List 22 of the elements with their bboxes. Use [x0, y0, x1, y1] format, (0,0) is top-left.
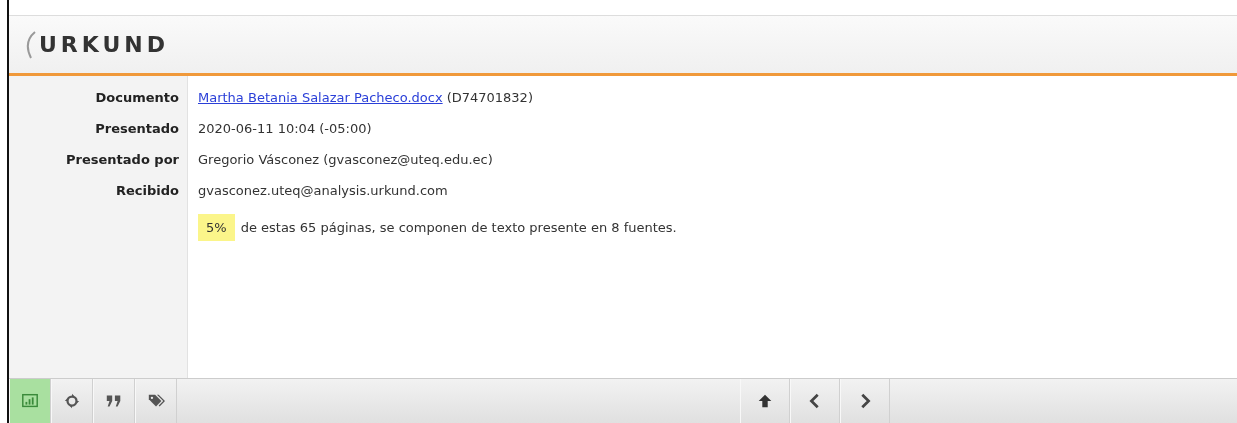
field-label: Presentado	[94, 120, 180, 138]
logo: URKUND	[39, 32, 169, 57]
field-value: 2020-06-11 10:04 (-05:00)	[198, 120, 373, 138]
summary-text: de estas 65 páginas, se componen de texto presente en 8 fuentes.	[240, 220, 677, 235]
toolbar-button[interactable]	[9, 379, 51, 423]
chart-icon	[21, 392, 39, 410]
similarity-badge: 5%	[198, 214, 235, 241]
nav-button[interactable]	[740, 379, 790, 423]
document-link[interactable]: Martha Betania Salazar Pacheco.docx	[198, 90, 443, 105]
nav-button[interactable]	[790, 379, 840, 423]
field-label: Documento	[94, 89, 180, 107]
nav-button[interactable]	[840, 379, 890, 423]
toolbar-button[interactable]	[51, 379, 93, 423]
field-value: Gregorio Vásconez (gvasconez@uteq.edu.ec)	[198, 151, 494, 169]
field-label: Presentado por	[65, 151, 180, 169]
up-arrow-icon	[756, 392, 774, 410]
document-id: (D74701832)	[446, 90, 533, 105]
field-value: gvasconez.uteq@analysis.urkund.com	[198, 182, 449, 200]
toolbar-button[interactable]	[135, 379, 177, 423]
crosshair-icon	[63, 392, 81, 410]
toolbar-button[interactable]	[93, 379, 135, 423]
field-label: Recibido	[115, 182, 180, 200]
